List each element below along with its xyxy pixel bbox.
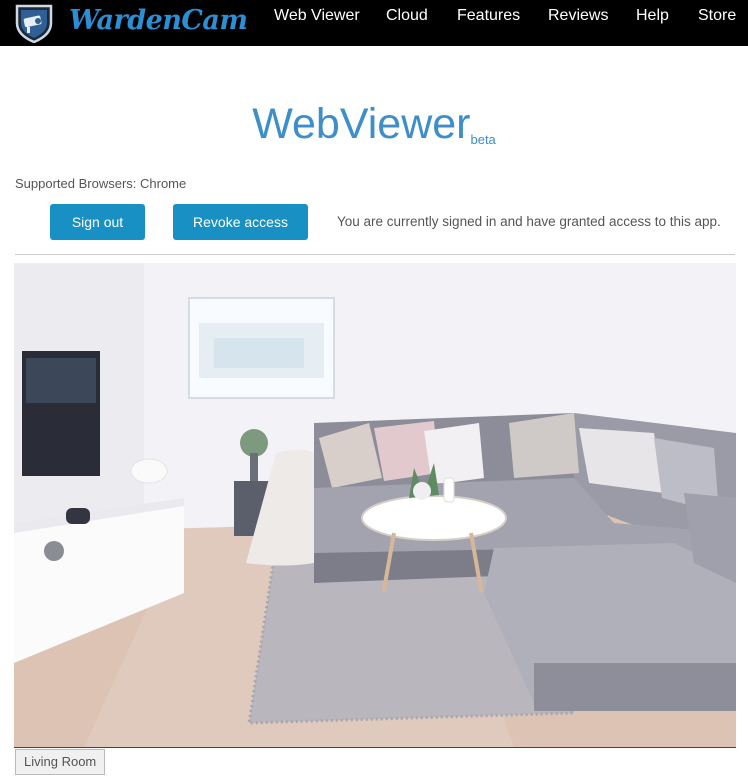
page-title-text: WebViewer [252, 100, 471, 148]
revoke-access-button[interactable]: Revoke access [173, 204, 308, 240]
brand-name: WardenCam [69, 5, 248, 36]
top-navigation-bar: WardenCam Web Viewer Cloud Features Revi… [0, 0, 748, 46]
camera-feed[interactable] [14, 263, 736, 748]
nav-cloud[interactable]: Cloud [386, 7, 428, 25]
brand-logo[interactable]: WardenCam [13, 3, 248, 43]
beta-badge: beta [470, 132, 496, 147]
nav-store[interactable]: Store [698, 7, 736, 25]
access-status-text: You are currently signed in and have gra… [337, 214, 721, 229]
camera-name-label[interactable]: Living Room [15, 749, 106, 775]
nav-reviews[interactable]: Reviews [548, 7, 608, 25]
divider [15, 254, 735, 255]
living-room-camera-image [14, 263, 736, 747]
page-title: WebViewerbeta [0, 100, 748, 149]
nav-help[interactable]: Help [636, 7, 669, 25]
nav-web-viewer[interactable]: Web Viewer [274, 7, 360, 25]
camera-shield-icon [15, 4, 53, 43]
sign-out-button[interactable]: Sign out [50, 204, 145, 240]
nav-features[interactable]: Features [457, 7, 520, 25]
supported-browsers-note: Supported Browsers: Chrome [15, 176, 187, 191]
